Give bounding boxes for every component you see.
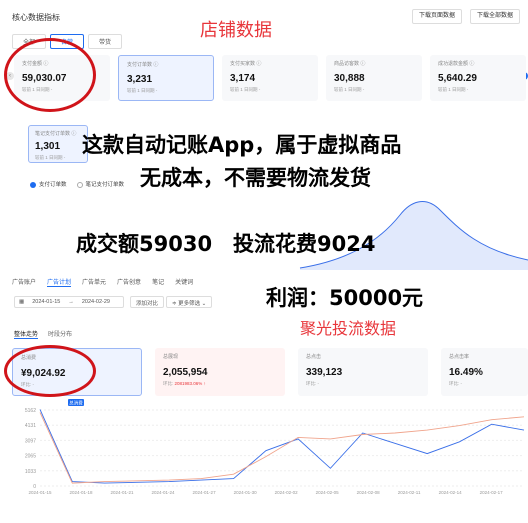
kpi-value: 1,301 bbox=[35, 141, 61, 152]
x-tick-label: 2024-02-14 bbox=[439, 490, 463, 495]
x-tick-label: 2024-01-21 bbox=[111, 490, 135, 495]
x-tick-label: 2024-01-27 bbox=[193, 490, 217, 495]
annotation-line-2: 无成本，不需要物流发货 bbox=[140, 166, 371, 190]
store-chart-legend: 支付订单数 笔记支付订单数 bbox=[30, 180, 124, 188]
kpi-sub: 较前 1 日同期 - bbox=[230, 87, 261, 92]
kpi-card-refund[interactable]: 成功退款金额 ⓘ 5,640.29 较前 1 日同期 - bbox=[430, 55, 526, 101]
annotation-line-3: 成交额59030 投流花费9024 bbox=[76, 232, 376, 256]
x-tick-label: 2024-02-05 bbox=[316, 490, 340, 495]
kpi-sub: 较前 1 日同期 - bbox=[334, 87, 365, 92]
y-tick-label: 1033 bbox=[25, 469, 36, 475]
kpi-value: 30,888 bbox=[334, 73, 365, 84]
kpi-label: 总点击率 bbox=[449, 354, 470, 360]
kpi-card-orders[interactable]: 支付订单数 ⓘ 3,231 较前 1 日同期 - bbox=[118, 55, 214, 101]
annotation-line-1: 这款自动记账App，属于虚拟商品 bbox=[82, 133, 402, 157]
highlight-circle-spend bbox=[4, 345, 96, 397]
x-tick-label: 2024-01-30 bbox=[234, 490, 258, 495]
x-tick-label: 2024-01-15 bbox=[28, 490, 52, 495]
legend-label: 笔记支付订单数 bbox=[85, 182, 125, 188]
ads-trend-chart: 516241313097206510330总消费2024-01-15 2024-0… bbox=[25, 399, 525, 495]
page-header-title: 核心数据指标 bbox=[12, 13, 60, 22]
kpi-value: 2,055,954 bbox=[163, 367, 208, 378]
x-tick-label: 2024-02-17 bbox=[480, 490, 504, 495]
x-tick-label: 2024-02-02 bbox=[275, 490, 299, 495]
annotation-line-4: 利润：50000元 bbox=[266, 286, 424, 310]
kpi-card-note-orders[interactable]: 笔记支付订单数 ⓘ 1,301 较前 1 日同期 - bbox=[28, 125, 88, 163]
kpi-label: 支付买家数 ⓘ bbox=[230, 61, 262, 67]
tab-ad-creative[interactable]: 广告创意 bbox=[117, 277, 141, 287]
kpi-sub: 环比: - bbox=[306, 381, 319, 386]
kpi-sub: 较前 1 日同期 - bbox=[438, 87, 469, 92]
more-filters-button[interactable]: ≑ 更多筛选 ⌄ bbox=[166, 296, 213, 308]
legend-item-orders[interactable]: 支付订单数 bbox=[30, 180, 67, 188]
trend-badge: 2081983.06% ↑ bbox=[174, 381, 206, 386]
y-tick-label: 2065 bbox=[25, 454, 36, 460]
date-start: 2024-01-15 bbox=[32, 299, 61, 305]
kpi-value: 16.49% bbox=[449, 367, 483, 378]
legend-dot-icon bbox=[30, 181, 36, 188]
download-page-data-button[interactable]: 下载页面数据 bbox=[412, 9, 463, 24]
ads-tabs: 广告账户 广告计划 广告单元 广告创意 笔记 关键词 bbox=[12, 277, 193, 287]
tab-ad-account[interactable]: 广告账户 bbox=[12, 277, 36, 287]
kpi-sub: 环比: - bbox=[449, 381, 462, 386]
kpi-sub: 较前 1 日同期 - bbox=[35, 155, 66, 160]
tab-overall-trend[interactable]: 整体走势 bbox=[14, 329, 39, 339]
kpi-label: 成功退款金额 ⓘ bbox=[438, 61, 475, 67]
series-line-0 bbox=[39, 409, 525, 484]
y-tick-label: 5162 bbox=[25, 408, 36, 414]
kpi-value: 3,174 bbox=[230, 73, 256, 84]
kpi-sub: 较前 1 日同期 - bbox=[127, 88, 158, 93]
date-range-picker[interactable]: ▦ 2024-01-15 → 2024-02-29 bbox=[14, 296, 124, 308]
ad-kpi-clicks[interactable]: 总点击 339,123 环比: - bbox=[298, 348, 428, 396]
kpi-label: 笔记支付订单数 ⓘ bbox=[35, 131, 77, 137]
legend-item-note-orders[interactable]: 笔记支付订单数 bbox=[76, 180, 125, 188]
tab-notes[interactable]: 笔记 bbox=[152, 277, 164, 287]
ad-kpi-ctr[interactable]: 总点击率 16.49% 环比: - bbox=[441, 348, 528, 396]
date-end: 2024-02-29 bbox=[81, 299, 110, 305]
tab-keywords[interactable]: 关键词 bbox=[175, 277, 193, 287]
kpi-label: 支付订单数 ⓘ bbox=[127, 62, 159, 68]
y-tick-label: 3097 bbox=[25, 438, 36, 444]
calendar-icon: ▦ bbox=[19, 299, 25, 305]
kpi-card-buyers[interactable]: 支付买家数 ⓘ 3,174 较前 1 日同期 - bbox=[222, 55, 318, 101]
tab-time-distribution[interactable]: 时段分布 bbox=[48, 329, 72, 339]
kpi-label: 总展现 bbox=[163, 354, 179, 360]
add-compare-button[interactable]: 添加对比 bbox=[130, 296, 165, 308]
x-tick-label: 2024-02-08 bbox=[357, 490, 381, 495]
legend-label: 支付订单数 bbox=[39, 182, 67, 188]
x-tick-label: 2024-01-24 bbox=[152, 490, 176, 495]
x-tick-label: 2024-01-18 bbox=[70, 490, 94, 495]
y-tick-label: 4131 bbox=[25, 423, 36, 429]
kpi-value: 5,640.29 bbox=[438, 73, 477, 84]
ad-kpi-impressions[interactable]: 总展现 2,055,954 环比: 2081983.06% ↑ bbox=[155, 348, 285, 396]
kpi-sub: 环比: 2081983.06% ↑ bbox=[163, 381, 277, 387]
kpi-label: 总点击 bbox=[306, 354, 322, 360]
tab-affiliate[interactable]: 带货 bbox=[88, 34, 123, 49]
kpi-card-visitors[interactable]: 商品访客数 ⓘ 30,888 较前 1 日同期 - bbox=[326, 55, 422, 101]
tab-ad-unit[interactable]: 广告单元 bbox=[82, 277, 106, 287]
date-separator: → bbox=[68, 299, 74, 305]
store-data-annotation: 店铺数据 bbox=[200, 20, 272, 41]
download-all-data-button[interactable]: 下载全部数据 bbox=[470, 9, 521, 24]
x-tick-label: 2024-02-11 bbox=[398, 490, 421, 495]
ads-subtabs: 整体走势 时段分布 bbox=[14, 329, 72, 339]
series-tag-label: 总消费 bbox=[69, 400, 83, 407]
tab-ad-plan[interactable]: 广告计划 bbox=[47, 277, 72, 287]
kpi-sub-label: 环比: bbox=[163, 381, 174, 386]
kpi-value: 339,123 bbox=[306, 367, 343, 378]
highlight-circle-payment bbox=[4, 38, 96, 112]
legend-dot-icon bbox=[76, 181, 83, 188]
kpi-value: 3,231 bbox=[127, 74, 153, 85]
juguang-data-annotation: 聚光投流数据 bbox=[300, 319, 397, 338]
kpi-label: 商品访客数 ⓘ bbox=[334, 61, 366, 67]
series-line-1 bbox=[39, 412, 525, 484]
